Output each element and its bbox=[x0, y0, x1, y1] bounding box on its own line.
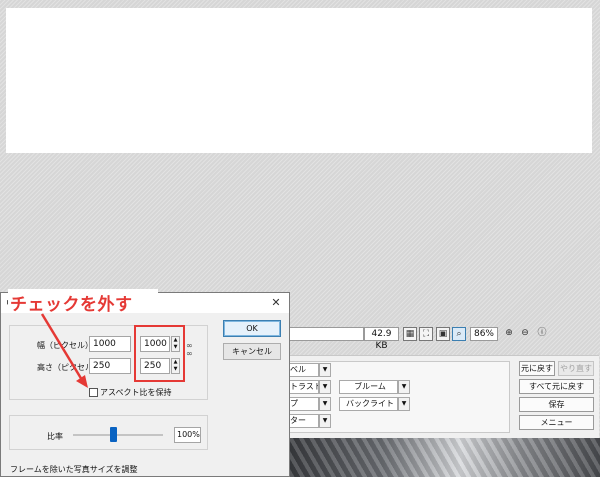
chevron-down-icon[interactable]: ▼ bbox=[398, 380, 410, 394]
zoom-in-icon[interactable]: ⊕ bbox=[502, 327, 516, 341]
menu-button[interactable]: メニュー bbox=[519, 415, 594, 430]
undo-button[interactable]: 元に戻す bbox=[519, 361, 555, 376]
fit-screen-icon[interactable]: ⛶ bbox=[419, 327, 433, 341]
chevron-down-icon[interactable]: ▼ bbox=[319, 363, 331, 377]
actual-size-icon[interactable]: ▣ bbox=[436, 327, 450, 341]
annotation-highlight-box bbox=[134, 325, 185, 382]
zoom-level-field[interactable]: 86% bbox=[470, 327, 498, 341]
dropdown-sharpen[interactable]: プ bbox=[286, 397, 319, 411]
ratio-label: 比率 bbox=[47, 432, 63, 441]
undo-all-button[interactable]: すべて元に戻す bbox=[519, 379, 594, 394]
zoom-tool-icon[interactable]: ⌕ bbox=[452, 327, 466, 341]
resize-dialog: リ ✕ 幅（ピクセル） 1000 1000 ▲▼ ∞ 高さ（ピクセル） 250 … bbox=[0, 292, 290, 477]
info-icon[interactable]: ⓘ bbox=[535, 327, 549, 341]
photo-canvas bbox=[6, 8, 592, 153]
status-field bbox=[286, 327, 364, 341]
annotation-label: チェックを外す bbox=[10, 295, 133, 315]
height-original-field: 250 bbox=[89, 358, 131, 374]
width-original-field: 1000 bbox=[89, 336, 131, 352]
save-button[interactable]: 保存 bbox=[519, 397, 594, 412]
dropdown-backlight[interactable]: バックライト bbox=[339, 397, 398, 411]
photo-preview-strip bbox=[290, 438, 600, 477]
transparency-grid-icon[interactable]: ▦ bbox=[403, 327, 417, 341]
zoom-out-icon[interactable]: ⊖ bbox=[518, 327, 532, 341]
chevron-down-icon[interactable]: ▼ bbox=[398, 397, 410, 411]
chain-link-icon: ∞ bbox=[186, 349, 193, 358]
dropdown-bloom[interactable]: ブルーム bbox=[339, 380, 398, 394]
close-icon[interactable]: ✕ bbox=[269, 296, 283, 310]
dropdown-contrast[interactable]: トラスト bbox=[286, 380, 319, 394]
ok-button[interactable]: OK bbox=[223, 320, 281, 337]
cancel-button[interactable]: キャンセル bbox=[223, 343, 281, 360]
chevron-down-icon[interactable]: ▼ bbox=[319, 414, 331, 428]
frame-note: フレームを除いた写真サイズを調整 bbox=[10, 465, 138, 474]
chevron-down-icon[interactable]: ▼ bbox=[319, 397, 331, 411]
file-size-readout: 42.9 KB bbox=[364, 327, 399, 351]
width-label: 幅（ピクセル） bbox=[37, 341, 93, 350]
dropdown-level[interactable]: ベル bbox=[286, 363, 319, 377]
ratio-slider-thumb[interactable] bbox=[110, 427, 117, 442]
ratio-slider-track[interactable] bbox=[73, 434, 163, 436]
aspect-ratio-label[interactable]: アスペクト比を保持 bbox=[100, 387, 171, 398]
dropdown-filter[interactable]: ター bbox=[286, 414, 319, 428]
aspect-ratio-checkbox[interactable] bbox=[89, 388, 98, 397]
redo-button[interactable]: やり直す bbox=[558, 361, 594, 376]
ratio-input[interactable]: 100% bbox=[174, 427, 201, 443]
chevron-down-icon[interactable]: ▼ bbox=[319, 380, 331, 394]
